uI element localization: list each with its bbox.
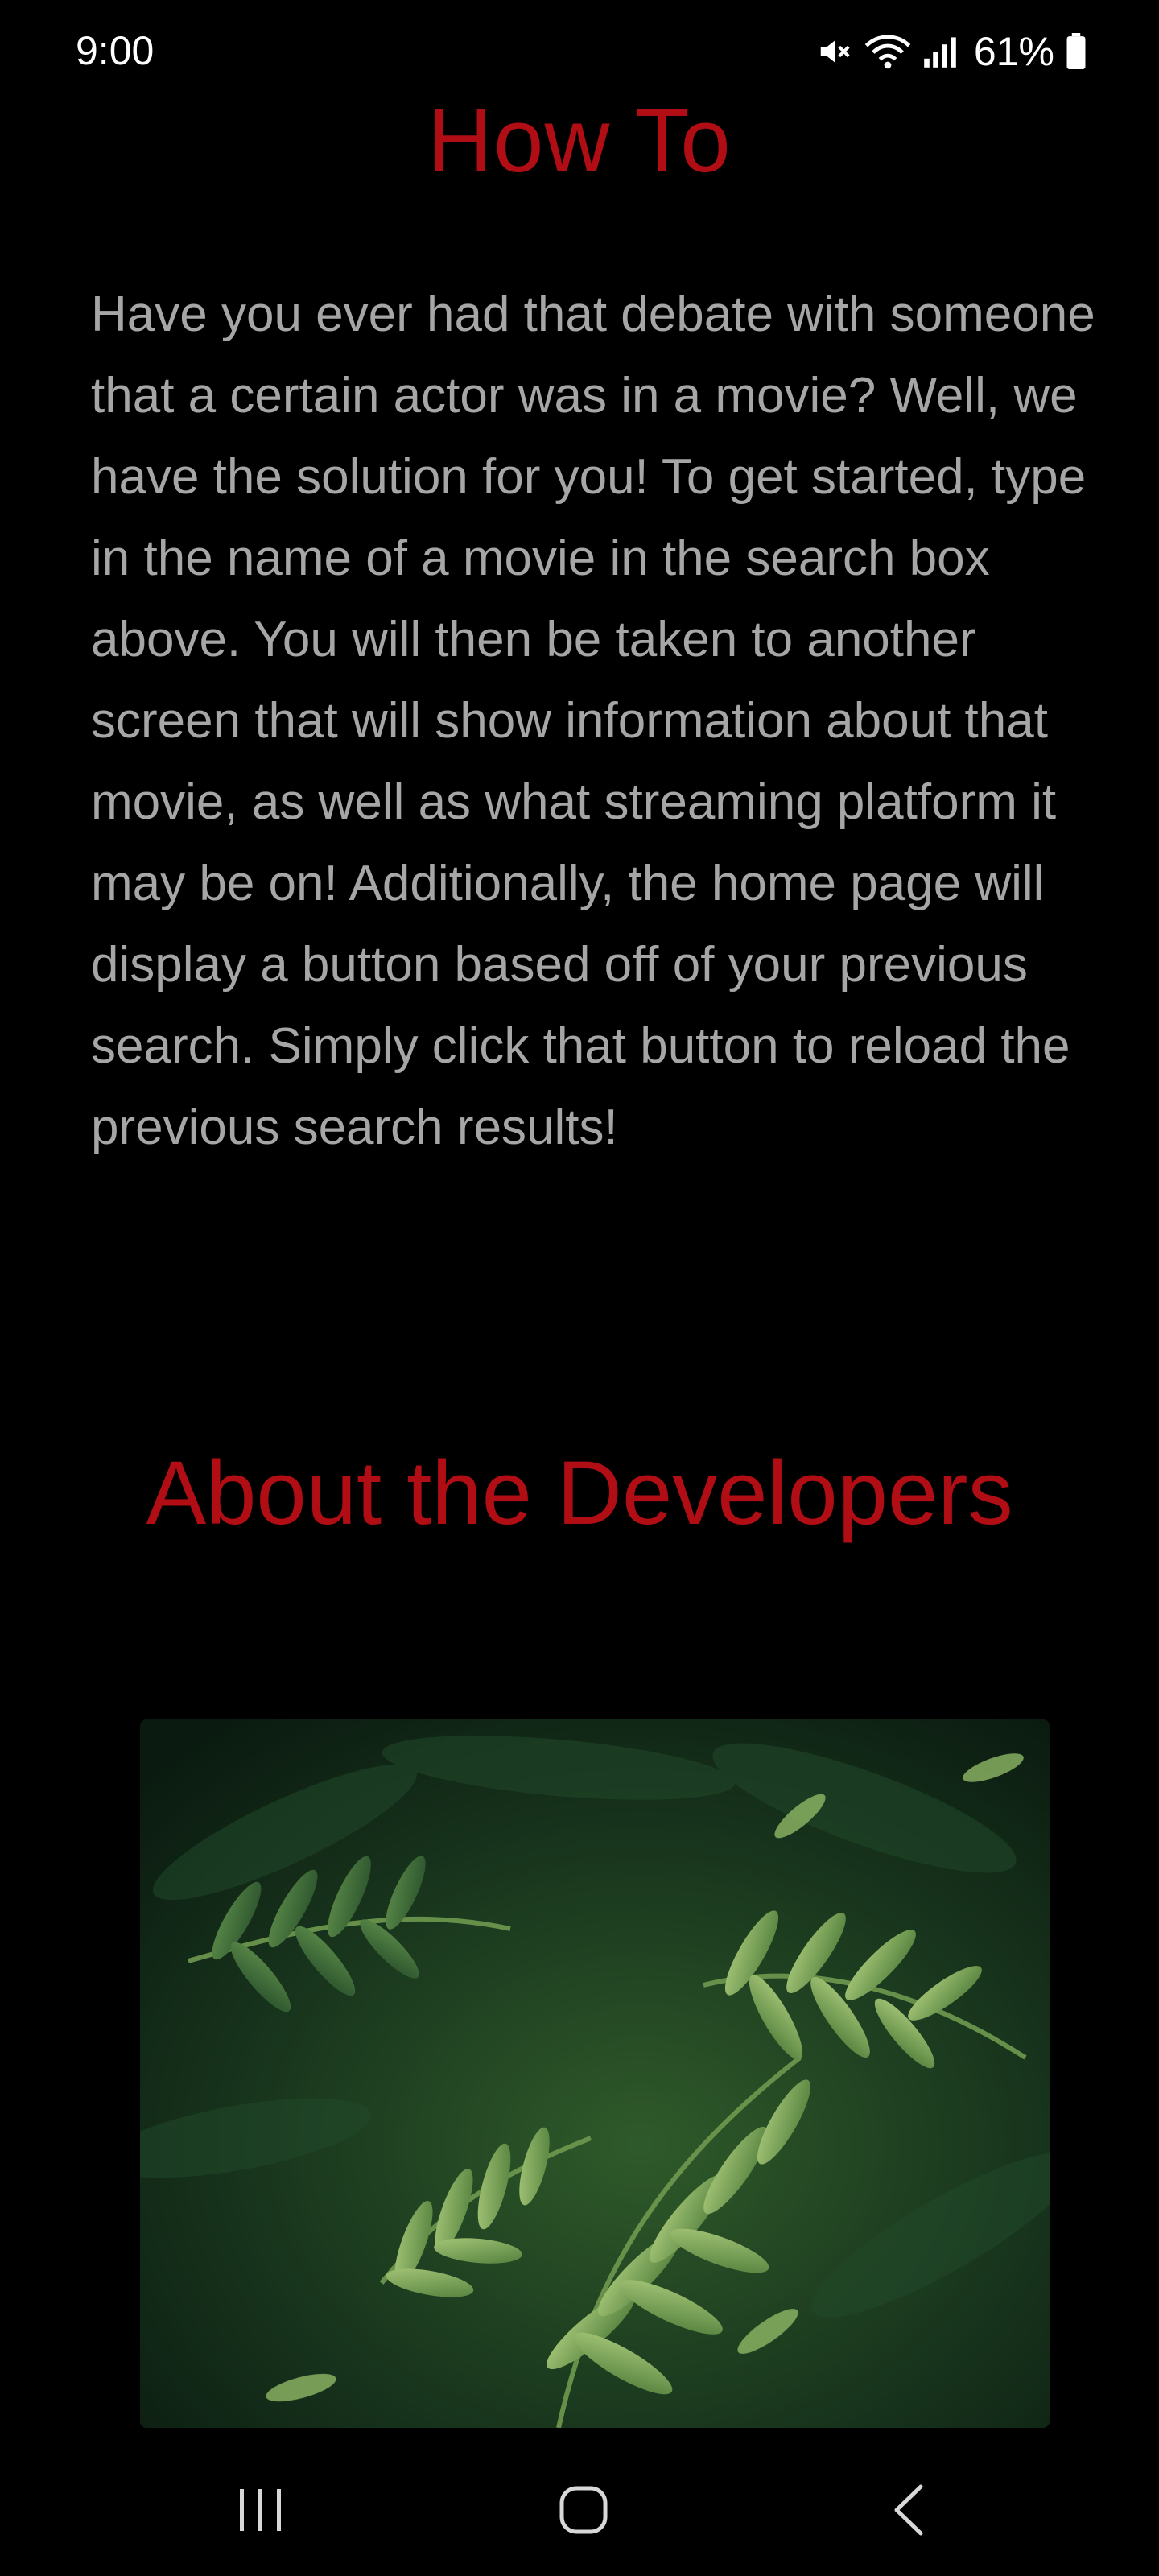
battery-icon bbox=[1066, 33, 1087, 70]
back-button[interactable] bbox=[860, 2479, 956, 2544]
how-to-heading: How To bbox=[427, 90, 732, 191]
status-time: 9:00 bbox=[76, 28, 155, 73]
how-to-description: Have you ever had that debate with someo… bbox=[91, 287, 1095, 1155]
home-icon bbox=[558, 2484, 609, 2540]
wifi-icon bbox=[864, 31, 911, 72]
about-developers-heading: About the Developers bbox=[146, 1443, 1013, 1543]
mute-icon bbox=[816, 33, 853, 70]
recent-apps-button[interactable] bbox=[212, 2479, 309, 2544]
signal-icon bbox=[922, 34, 958, 69]
home-button[interactable] bbox=[535, 2479, 632, 2544]
recent-apps-icon bbox=[235, 2486, 287, 2538]
status-icons: 61% bbox=[816, 26, 1087, 77]
navigation-bar bbox=[0, 2447, 1159, 2576]
back-icon bbox=[890, 2483, 926, 2541]
battery-percent: 61% bbox=[973, 29, 1054, 74]
developer-photo bbox=[140, 1719, 1050, 2428]
